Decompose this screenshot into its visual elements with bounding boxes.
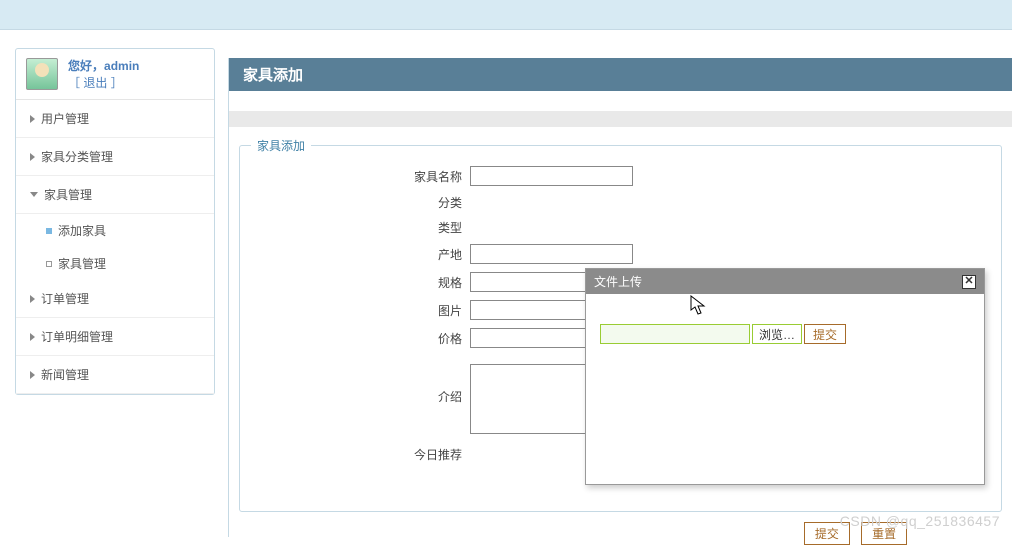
sidebar-item-label: 用户管理 <box>41 110 89 127</box>
sidebar-sub-manage-furniture[interactable]: 家具管理 <box>36 247 214 280</box>
sidebar-item-label: 家具管理 <box>44 186 92 203</box>
label-intro: 介绍 <box>260 364 470 405</box>
gray-band <box>229 111 1012 127</box>
caret-right-icon <box>30 295 35 303</box>
logout-link[interactable]: 退出 <box>83 76 107 90</box>
user-text: 您好，admin ［ 退出 ］ <box>68 57 139 91</box>
caret-right-icon <box>30 371 35 379</box>
label-spec: 规格 <box>260 274 470 291</box>
sidebar-sub-add-furniture[interactable]: 添加家具 <box>36 214 214 247</box>
caret-right-icon <box>30 153 35 161</box>
label-type: 类型 <box>260 219 470 236</box>
sidebar-sub-label: 添加家具 <box>58 222 106 239</box>
sidebar-submenu: 添加家具 家具管理 <box>16 214 214 280</box>
sidebar-item-label: 新闻管理 <box>41 366 89 383</box>
greeting: 您好， <box>68 59 104 73</box>
caret-right-icon <box>30 115 35 123</box>
square-icon <box>46 261 52 267</box>
upload-submit-button[interactable]: 提交 <box>804 324 846 344</box>
dialog-title: 文件上传 <box>594 273 642 290</box>
top-bar <box>0 0 1012 30</box>
input-name[interactable] <box>470 166 633 186</box>
sidebar-item-users[interactable]: 用户管理 <box>16 100 214 138</box>
label-category: 分类 <box>260 194 470 211</box>
label-image: 图片 <box>260 302 470 319</box>
sidebar-item-label: 家具分类管理 <box>41 148 113 165</box>
file-path-display <box>600 324 750 344</box>
sidebar-item-news[interactable]: 新闻管理 <box>16 356 214 394</box>
dialog-body: 浏览… 提交 <box>586 294 984 484</box>
caret-down-icon <box>30 192 38 197</box>
sidebar-item-order-details[interactable]: 订单明细管理 <box>16 318 214 356</box>
watermark: CSDN @qq_251836457 <box>840 513 1000 529</box>
browse-button[interactable]: 浏览… <box>752 324 802 344</box>
square-active-icon <box>46 228 52 234</box>
section-title: 家具添加 <box>251 137 311 154</box>
caret-right-icon <box>30 333 35 341</box>
sidebar-item-furniture-category[interactable]: 家具分类管理 <box>16 138 214 176</box>
sidebar-sub-label: 家具管理 <box>58 255 106 272</box>
sidebar-item-orders[interactable]: 订单管理 <box>16 280 214 318</box>
user-box: 您好，admin ［ 退出 ］ <box>16 49 214 100</box>
label-price: 价格 <box>260 330 470 347</box>
sidebar-item-furniture[interactable]: 家具管理 <box>16 176 214 214</box>
sidebar-item-label: 订单明细管理 <box>41 328 113 345</box>
upload-dialog: 文件上传 ✕ 浏览… 提交 <box>585 268 985 485</box>
label-name: 家具名称 <box>260 168 470 185</box>
dialog-header[interactable]: 文件上传 ✕ <box>586 269 984 294</box>
label-origin: 产地 <box>260 246 470 263</box>
label-recommend: 今日推荐 <box>260 446 470 463</box>
sidebar: 您好，admin ［ 退出 ］ 用户管理 家具分类管理 家具管理 添加家具 家具… <box>15 48 215 395</box>
input-origin[interactable] <box>470 244 633 264</box>
avatar <box>26 58 58 90</box>
close-icon[interactable]: ✕ <box>962 275 976 289</box>
sidebar-item-label: 订单管理 <box>41 290 89 307</box>
page-title: 家具添加 <box>229 58 1012 91</box>
username: admin <box>104 59 139 73</box>
